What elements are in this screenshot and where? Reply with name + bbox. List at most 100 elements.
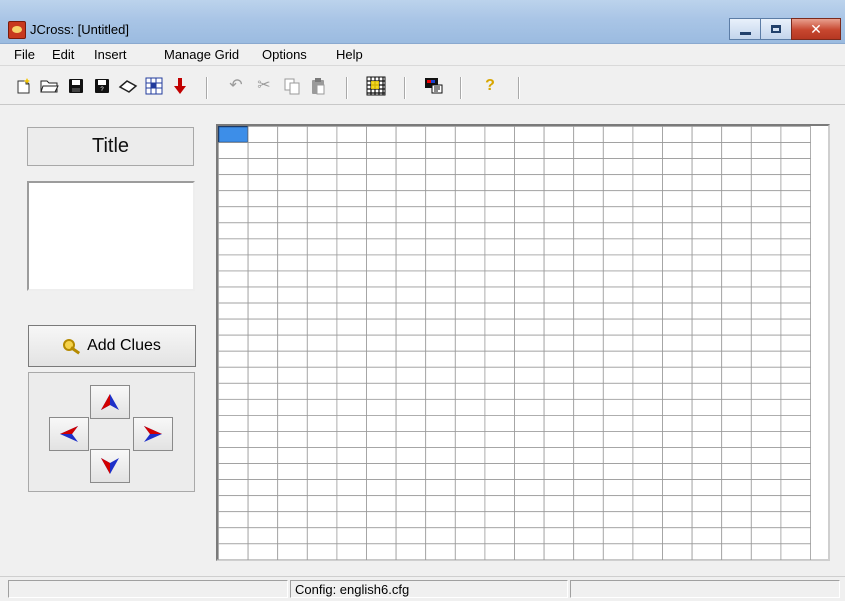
grid-cell[interactable] (366, 350, 397, 368)
grid-cell[interactable] (750, 398, 782, 416)
grid-cell[interactable] (484, 495, 515, 513)
grid-cell[interactable] (454, 206, 486, 224)
grid-cell[interactable] (395, 222, 427, 240)
grid-cell[interactable] (277, 479, 308, 497)
grid-cell[interactable] (306, 254, 338, 272)
grid-cell[interactable] (218, 174, 249, 192)
grid-cell[interactable] (691, 238, 723, 256)
grid-cell[interactable] (573, 158, 604, 176)
grid-cell[interactable] (395, 270, 427, 288)
grid-cell[interactable] (721, 190, 752, 208)
grid-cell[interactable] (306, 543, 338, 560)
grid-cell[interactable] (336, 334, 367, 352)
grid-cell[interactable] (543, 543, 575, 560)
grid-cell[interactable] (218, 270, 249, 288)
grid-cell[interactable] (336, 190, 367, 208)
grid-cell[interactable] (721, 126, 752, 143)
grid-cell[interactable] (425, 334, 456, 352)
grid-cell[interactable] (425, 382, 456, 400)
grid-cell[interactable] (721, 350, 752, 368)
grid-cell[interactable] (691, 254, 723, 272)
grid-cell[interactable] (721, 206, 752, 224)
grid-cell[interactable] (247, 334, 279, 352)
grid-cell[interactable] (425, 190, 456, 208)
grid-cell[interactable] (247, 270, 279, 288)
grid-cell[interactable] (366, 334, 397, 352)
grid-cell[interactable] (780, 254, 811, 272)
grid-cell[interactable] (514, 334, 545, 352)
grid-cell[interactable] (632, 350, 663, 368)
grid-cell[interactable] (454, 463, 486, 480)
grid-cell[interactable] (484, 190, 515, 208)
grid-cell[interactable] (721, 142, 752, 159)
grid-cell[interactable] (780, 302, 811, 320)
grid-cell[interactable] (543, 431, 575, 448)
grid-cell[interactable] (573, 302, 604, 320)
grid-cell[interactable] (543, 222, 575, 240)
grid-cell[interactable] (632, 495, 663, 513)
grid-cell[interactable] (454, 398, 486, 416)
grid-cell[interactable] (277, 158, 308, 176)
grid-cell[interactable] (395, 206, 427, 224)
grid-cell[interactable] (780, 495, 811, 513)
grid-cell[interactable] (573, 318, 604, 336)
grid-cell[interactable] (425, 126, 456, 143)
grid-cell[interactable] (691, 334, 723, 352)
title-button[interactable]: Title (27, 127, 194, 166)
grid-cell[interactable] (750, 431, 782, 448)
grid-cell[interactable] (662, 350, 693, 368)
grid-cell[interactable] (514, 142, 545, 159)
grid-cell[interactable] (721, 318, 752, 336)
grid-cell[interactable] (721, 543, 752, 560)
grid-cell[interactable] (662, 543, 693, 560)
grid-cell[interactable] (395, 318, 427, 336)
grid-cell[interactable] (691, 206, 723, 224)
grid-cell[interactable] (662, 158, 693, 176)
grid-cell[interactable] (691, 302, 723, 320)
grid-cell[interactable] (306, 334, 338, 352)
grid-cell[interactable] (366, 366, 397, 384)
grid-cell[interactable] (366, 302, 397, 320)
grid-cell[interactable] (543, 495, 575, 513)
grid-cell[interactable] (691, 398, 723, 416)
grid-cell[interactable] (336, 511, 367, 529)
arrow-up-button[interactable] (90, 385, 130, 419)
grid-cell[interactable] (573, 174, 604, 192)
grid-cell[interactable] (218, 222, 249, 240)
grid-cell[interactable] (514, 382, 545, 400)
grid-cell[interactable] (780, 527, 811, 545)
grid-cell[interactable] (306, 270, 338, 288)
grid-cell[interactable] (632, 222, 663, 240)
grid-cell[interactable] (454, 447, 486, 464)
grid-cell[interactable] (573, 190, 604, 208)
grid-cell[interactable] (484, 142, 515, 159)
grid-cell[interactable] (543, 206, 575, 224)
grid-cell[interactable] (336, 158, 367, 176)
grid-cell[interactable] (277, 334, 308, 352)
grid-cell[interactable] (247, 463, 279, 480)
grid-cell[interactable] (454, 190, 486, 208)
grid-cell[interactable] (484, 318, 515, 336)
grid-cell[interactable] (484, 447, 515, 464)
grid-cell[interactable] (218, 350, 249, 368)
grid-cell[interactable] (691, 286, 723, 304)
grid-cell[interactable] (573, 511, 604, 529)
grid-cell[interactable] (662, 126, 693, 143)
grid-cell[interactable] (514, 479, 545, 497)
grid-cell[interactable] (691, 511, 723, 529)
grid-cell[interactable] (514, 414, 545, 432)
open-icon[interactable] (40, 76, 60, 96)
grid-cell[interactable] (780, 174, 811, 192)
grid-cell[interactable] (277, 286, 308, 304)
grid-cell[interactable] (306, 366, 338, 384)
grid-cell[interactable] (632, 174, 663, 192)
grid-cell[interactable] (277, 414, 308, 432)
grid-cell[interactable] (602, 238, 634, 256)
grid-cell[interactable] (395, 254, 427, 272)
grid-cell[interactable] (336, 495, 367, 513)
menu-file[interactable]: File (14, 47, 35, 62)
grid-cell[interactable] (543, 398, 575, 416)
grid-cell[interactable] (218, 398, 249, 416)
grid-cell[interactable] (277, 398, 308, 416)
grid-cell[interactable] (366, 527, 397, 545)
